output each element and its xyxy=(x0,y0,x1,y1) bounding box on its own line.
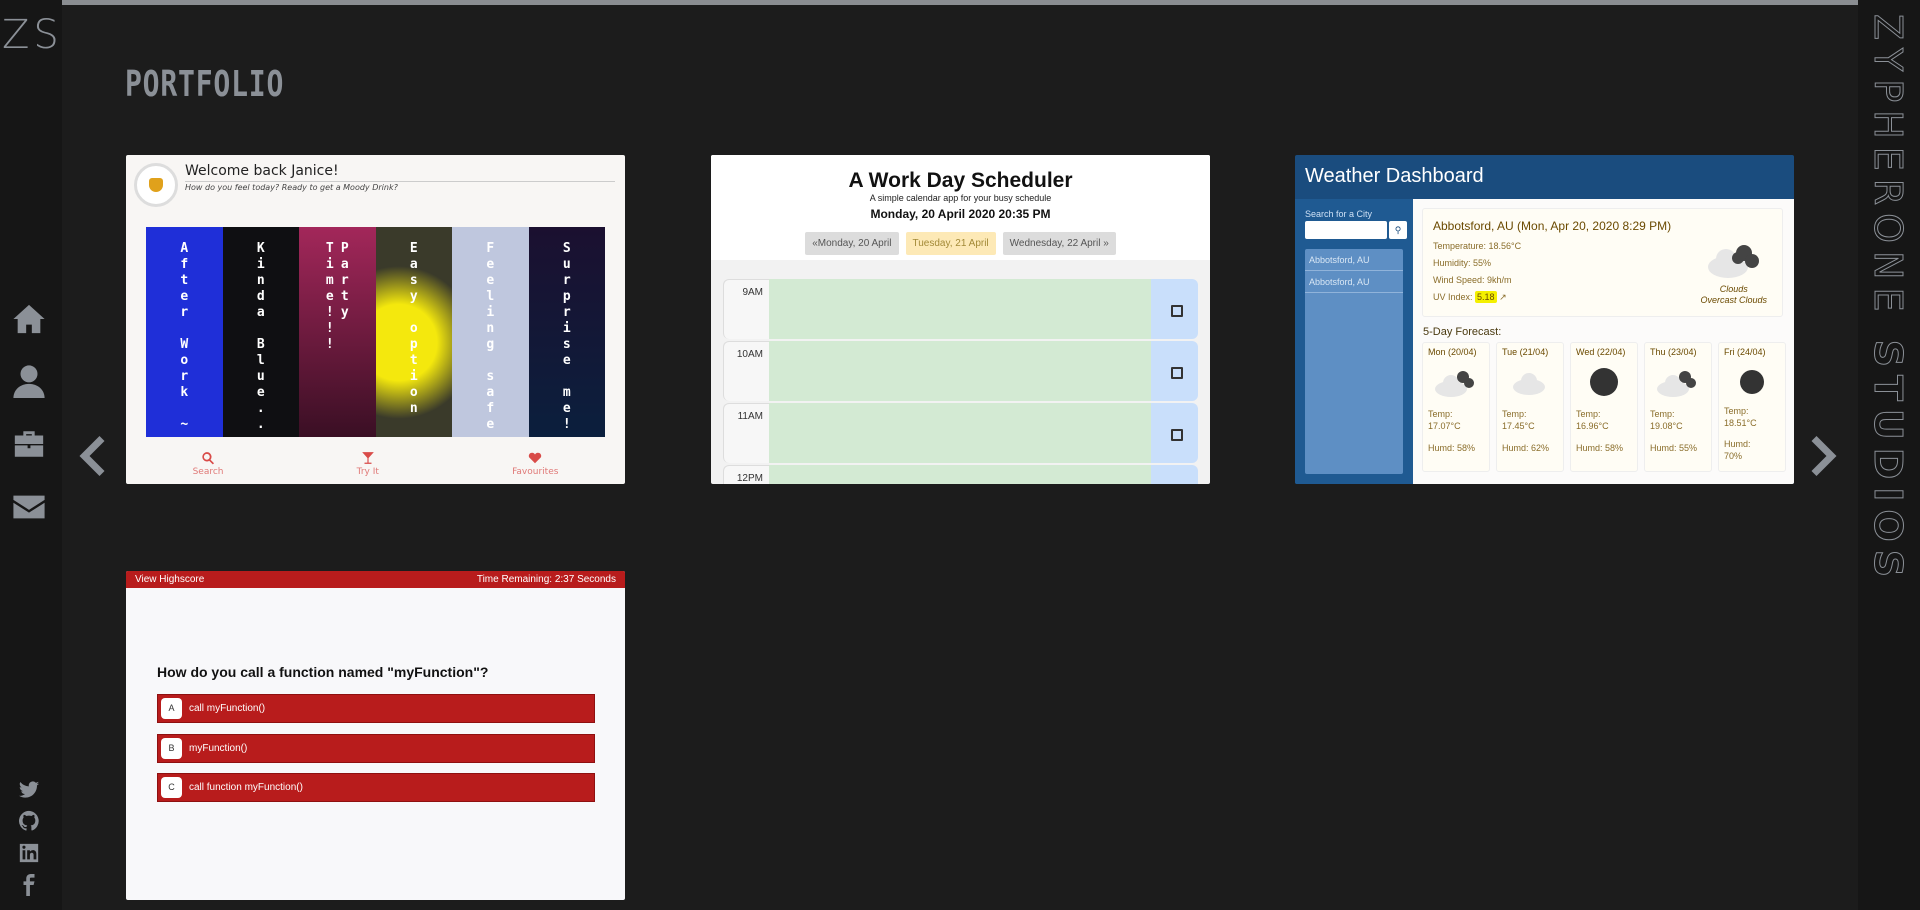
event-input[interactable] xyxy=(769,465,1151,484)
save-button[interactable] xyxy=(1151,279,1198,339)
hour-label: 12PM xyxy=(723,465,769,484)
city-search-panel: Search for a City ⚲ Abbotsford, AU Abbot… xyxy=(1295,199,1413,484)
hour-label: 9AM xyxy=(723,279,769,339)
temperature: Temperature: 18.56°C xyxy=(1433,241,1522,251)
wind-speed: Wind Speed: 9kh/m xyxy=(1433,275,1512,285)
current-day-button[interactable]: Tuesday, 21 April xyxy=(905,232,996,255)
chevron-right-icon[interactable] xyxy=(1810,436,1838,476)
event-input[interactable] xyxy=(769,279,1151,339)
welcome-subtitle: How do you feel today? Ready to get a Mo… xyxy=(185,183,398,192)
timer-text: Time Remaining: 2:37 Seconds xyxy=(476,574,616,585)
welcome-text: Welcome back Janice! xyxy=(185,163,615,182)
time-block: 12PM xyxy=(723,465,1198,484)
search-button[interactable]: ⚲ xyxy=(1389,221,1407,239)
time-block: 11AM xyxy=(723,403,1198,463)
rain-cloud-icon xyxy=(1590,368,1618,396)
scheduler-title: A Work Day Scheduler xyxy=(848,169,1073,192)
history-item[interactable]: Abbotsford, AU xyxy=(1305,249,1403,271)
mood-strip: After Work ~ Kinda Blue.. Party Time!!! … xyxy=(146,227,605,437)
uv-index: UV Index: 5.18 ↗ xyxy=(1433,291,1507,303)
day-switcher: «Monday, 20 April Tuesday, 21 April Wedn… xyxy=(711,232,1210,255)
weather-title: Weather Dashboard xyxy=(1305,165,1484,187)
scheduler-subtitle: A simple calendar app for your busy sche… xyxy=(869,193,1052,203)
mood-panel[interactable]: Feeling safe xyxy=(452,227,529,437)
mood-panel[interactable]: Party Time!!! xyxy=(299,227,376,437)
clouds-icon xyxy=(1708,245,1759,278)
scheduler-datetime: Monday, 20 April 2020 20:35 PM xyxy=(870,207,1051,221)
forecast-day: Wed (22/04) Temp: 16.96°C Humd: 58% xyxy=(1570,342,1638,472)
quiz-header: View Highscore Time Remaining: 2:37 Seco… xyxy=(126,571,625,588)
mood-panel[interactable]: After Work ~ xyxy=(146,227,223,437)
favourites-tab[interactable]: Favourites xyxy=(512,451,558,477)
brand-wordmark: ZYPHERONE STUDIOS xyxy=(1866,14,1911,586)
save-button[interactable] xyxy=(1151,403,1198,463)
hour-label: 10AM xyxy=(723,341,769,401)
view-highscore-link[interactable]: View Highscore xyxy=(135,574,204,585)
envelope-icon[interactable] xyxy=(12,490,46,524)
answer-option[interactable]: Ccall function myFunction() xyxy=(157,773,595,802)
answer-option[interactable]: BmyFunction() xyxy=(157,734,595,763)
mood-panel[interactable]: Kinda Blue.. xyxy=(222,227,299,437)
forecast-day: Fri (24/04) Temp: 18.51°C Humd: 70% xyxy=(1718,342,1786,472)
facebook-icon[interactable] xyxy=(18,874,40,896)
save-button[interactable] xyxy=(1151,465,1198,484)
search-history: Abbotsford, AU Abbotsford, AU xyxy=(1305,249,1403,474)
city-search-input[interactable] xyxy=(1305,221,1387,239)
save-button[interactable] xyxy=(1151,341,1198,401)
scheduler-header: A Work Day Scheduler A simple calendar a… xyxy=(711,155,1210,260)
clouds-icon xyxy=(1435,371,1474,397)
rain-cloud-icon xyxy=(1740,370,1764,394)
uv-badge[interactable]: 5.18 xyxy=(1475,291,1497,303)
briefcase-icon[interactable] xyxy=(12,427,46,461)
moody-footer-nav: Search Try It Favourites xyxy=(126,444,625,484)
forecast-day: Thu (23/04) Temp: 19.08°C Humd: 55% xyxy=(1644,342,1712,472)
project-card-weather[interactable]: Weather Dashboard Search for a City ⚲ Ab… xyxy=(1295,155,1794,484)
weather-main: Abbotsford, AU (Mon, Apr 20, 2020 8:29 P… xyxy=(1413,199,1794,484)
quiz-question: How do you call a function named "myFunc… xyxy=(157,664,489,680)
current-city: Abbotsford, AU (Mon, Apr 20, 2020 8:29 P… xyxy=(1433,219,1672,233)
history-item[interactable]: Abbotsford, AU xyxy=(1305,271,1403,293)
forecast-title: 5-Day Forecast: xyxy=(1423,326,1502,338)
mood-panel[interactable]: Surprise me! xyxy=(528,227,605,437)
event-input[interactable] xyxy=(769,403,1151,463)
condition-text: Clouds Overcast Clouds xyxy=(1700,284,1767,305)
mood-panel[interactable]: Easy option xyxy=(375,227,452,437)
search-icon xyxy=(201,451,215,465)
heart-icon xyxy=(528,451,542,465)
time-block: 9AM xyxy=(723,279,1198,339)
cocktail-icon xyxy=(361,451,375,465)
search-tab[interactable]: Search xyxy=(193,451,224,477)
project-card-scheduler[interactable]: A Work Day Scheduler A simple calendar a… xyxy=(711,155,1210,484)
cloud-icon xyxy=(1513,373,1545,395)
twitter-icon[interactable] xyxy=(18,779,40,801)
page-title: PORTFOLIO xyxy=(125,64,285,105)
site-logo[interactable]: ZS xyxy=(2,12,63,58)
linkedin-icon[interactable] xyxy=(18,842,40,864)
project-card-quiz[interactable]: View Highscore Time Remaining: 2:37 Seco… xyxy=(126,571,625,900)
project-card-moody[interactable]: Welcome back Janice! How do you feel tod… xyxy=(126,155,625,484)
github-icon[interactable] xyxy=(18,810,40,832)
current-weather: Abbotsford, AU (Mon, Apr 20, 2020 8:29 P… xyxy=(1422,208,1783,317)
clouds-icon xyxy=(1657,371,1696,397)
humidity: Humidity: 55% xyxy=(1433,258,1492,268)
forecast-row: Mon (20/04) Temp: 17.07°C Humd: 58% Tue … xyxy=(1422,342,1786,472)
next-day-button[interactable]: Wednesday, 22 April » xyxy=(1002,232,1116,255)
user-icon[interactable] xyxy=(12,364,46,398)
forecast-day: Mon (20/04) Temp: 17.07°C Humd: 58% xyxy=(1422,342,1490,472)
forecast-day: Tue (21/04) Temp: 17.45°C Humd: 62% xyxy=(1496,342,1564,472)
answer-option[interactable]: Acall myFunction() xyxy=(157,694,595,723)
hour-label: 11AM xyxy=(723,403,769,463)
chevron-left-icon[interactable] xyxy=(78,436,106,476)
try-it-tab[interactable]: Try It xyxy=(357,451,379,477)
top-progress-bar xyxy=(62,0,1858,5)
event-input[interactable] xyxy=(769,341,1151,401)
avatar xyxy=(134,163,178,207)
search-label: Search for a City xyxy=(1305,209,1373,219)
external-link-icon: ↗ xyxy=(1499,292,1507,302)
time-block: 10AM xyxy=(723,341,1198,401)
home-icon[interactable] xyxy=(12,302,46,336)
prev-day-button[interactable]: «Monday, 20 April xyxy=(805,232,899,255)
